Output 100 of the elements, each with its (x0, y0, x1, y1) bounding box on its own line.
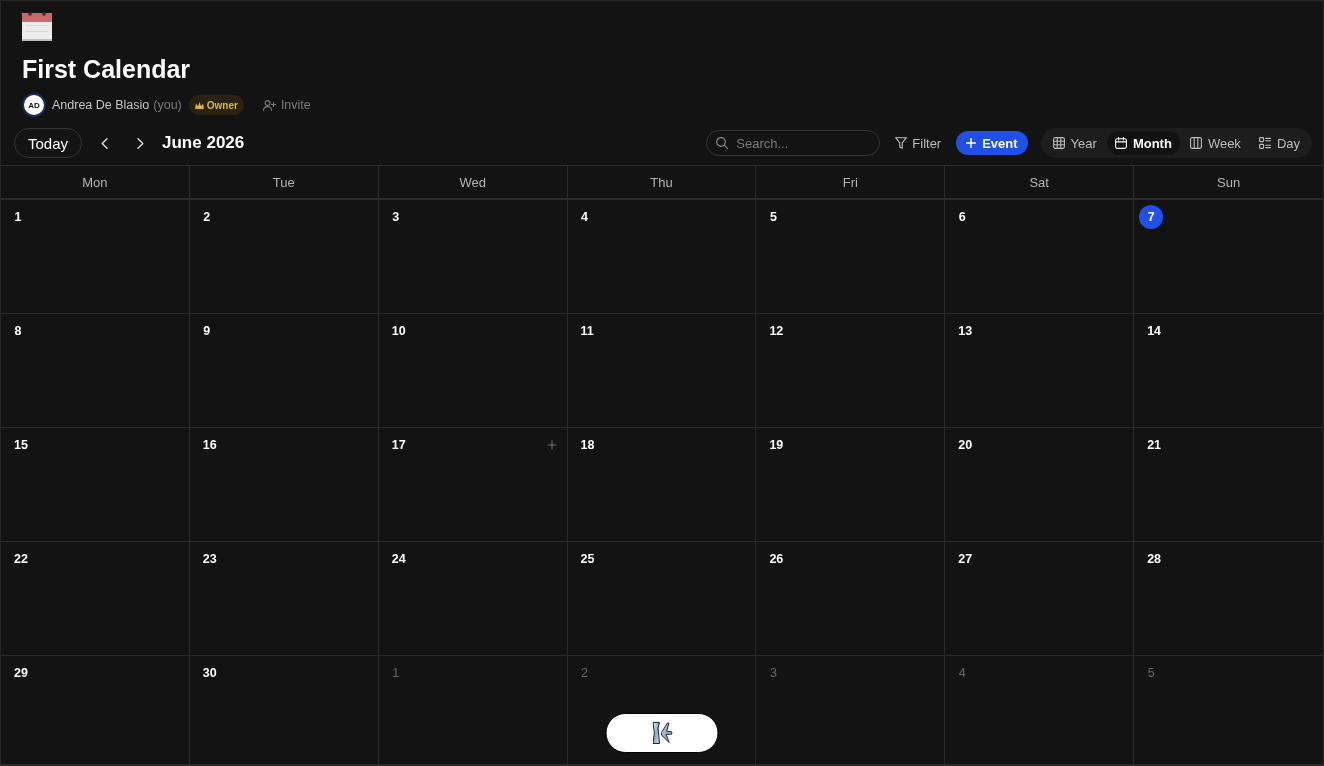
day-cell[interactable]: 9 (189, 314, 379, 428)
search-field[interactable]: Search... (706, 130, 881, 156)
today-button[interactable]: Today (14, 128, 83, 158)
day-number: 29 (13, 665, 29, 682)
day-cell[interactable]: 22 (1, 542, 190, 656)
day-number: 4 (957, 665, 967, 682)
day-number: 3 (391, 209, 401, 226)
day-number: 6 (957, 209, 967, 226)
weekday-label: Mon (1, 166, 190, 200)
calendar-title: First Calendar (22, 54, 191, 84)
chevron-right-icon (136, 137, 144, 149)
you-label: (you) (153, 98, 182, 112)
filter-icon (895, 137, 908, 149)
day-number: 16 (201, 437, 218, 454)
day-cell[interactable]: 4 (567, 200, 757, 314)
day-number: 11 (579, 323, 595, 340)
day-cell[interactable]: 21 (1134, 428, 1323, 542)
weekday-label: Fri (756, 166, 946, 200)
day-number: 27 (957, 551, 974, 568)
crown-icon (194, 101, 204, 109)
day-number: 19 (768, 437, 785, 454)
day-cell[interactable]: 12 (756, 314, 946, 428)
invite-button[interactable]: Invite (262, 98, 311, 112)
search-icon (716, 137, 729, 149)
day-number: 12 (768, 323, 785, 340)
logo-pill-button[interactable] (605, 713, 719, 753)
day-cell[interactable]: 20 (945, 428, 1135, 542)
day-cell[interactable]: 14 (1134, 314, 1323, 428)
day-number: 2 (580, 665, 590, 682)
day-number: 1 (391, 665, 401, 682)
day-number: 9 (202, 323, 212, 340)
day-number: 15 (13, 437, 29, 454)
view-tab[interactable]: Week (1181, 131, 1249, 155)
day-cell[interactable]: 17 (378, 428, 568, 542)
filter-button[interactable]: Filter (895, 131, 942, 155)
chevron-left-icon (100, 137, 108, 149)
day-cell[interactable]: 23 (189, 542, 379, 656)
day-cell[interactable]: 27 (945, 542, 1135, 656)
day-cell[interactable]: 10 (378, 314, 568, 428)
day-cell[interactable]: 11 (567, 314, 757, 428)
day-number: 3 (768, 665, 778, 682)
member-name: Andrea De Blasio (52, 98, 150, 112)
weekday-label: Wed (378, 166, 568, 200)
view-tab[interactable]: Year (1044, 131, 1105, 155)
day-number: 10 (390, 323, 407, 340)
day-cell[interactable]: 1 (1, 200, 190, 314)
plus-icon[interactable] (546, 440, 557, 450)
day-number: 30 (201, 665, 218, 682)
weekday-label: Tue (189, 166, 379, 200)
day-cell[interactable]: 2 (189, 200, 379, 314)
view-tab[interactable]: Month (1106, 131, 1180, 155)
day-cell[interactable]: 28 (1134, 542, 1323, 656)
logo-icon (652, 722, 672, 744)
day-cell[interactable]: 13 (945, 314, 1135, 428)
columns-icon (1189, 137, 1202, 149)
view-tab[interactable]: Day (1250, 131, 1308, 155)
avatar: AD (22, 93, 46, 117)
role-label: Owner (206, 99, 238, 111)
day-number: 1 (13, 209, 23, 226)
person-plus-icon (262, 99, 276, 111)
day-number: 2 (202, 209, 212, 226)
day-number: 8 (13, 323, 23, 340)
day-cell[interactable]: 19 (756, 428, 946, 542)
weekday-label: Sat (945, 166, 1135, 200)
calendar-icon (22, 11, 52, 41)
day-cell[interactable]: 30 (189, 656, 379, 765)
day-cell[interactable]: 6 (945, 200, 1135, 314)
weekday-label: Thu (567, 166, 757, 200)
day-cell[interactable]: 25 (567, 542, 757, 656)
day-cell[interactable]: 26 (756, 542, 946, 656)
day-number: 14 (1146, 323, 1163, 340)
weekday-label: Sun (1134, 166, 1323, 200)
day-cell[interactable]: 29 (1, 656, 190, 765)
day-number: 18 (579, 437, 596, 454)
plus-icon (966, 138, 977, 148)
day-number: 25 (579, 551, 596, 568)
day-number: 23 (201, 551, 218, 568)
grid-icon (1052, 137, 1065, 149)
day-number: 4 (580, 209, 590, 226)
day-cell[interactable]: 18 (567, 428, 757, 542)
day-number: 5 (768, 209, 778, 226)
day-cell[interactable]: 15 (1, 428, 190, 542)
day-number: 7 (1139, 205, 1164, 229)
day-number: 20 (957, 437, 974, 454)
list-icon (1258, 137, 1271, 149)
day-number: 17 (390, 437, 407, 454)
day-number: 24 (390, 551, 407, 568)
day-cell[interactable]: 24 (378, 542, 568, 656)
day-cell[interactable]: 8 (1, 314, 190, 428)
day-number: 28 (1146, 551, 1163, 568)
day-cell[interactable]: 7 (1134, 200, 1323, 314)
day-number: 26 (768, 551, 785, 568)
day-cell[interactable]: 5 (756, 200, 946, 314)
day-number: 5 (1146, 665, 1156, 682)
day-cell[interactable]: 3 (378, 200, 568, 314)
day-cell[interactable]: 16 (189, 428, 379, 542)
day-number: 21 (1146, 437, 1163, 454)
add-event-button[interactable]: Event (956, 131, 1028, 155)
calendar-icon (1114, 137, 1127, 149)
day-number: 22 (13, 551, 29, 568)
